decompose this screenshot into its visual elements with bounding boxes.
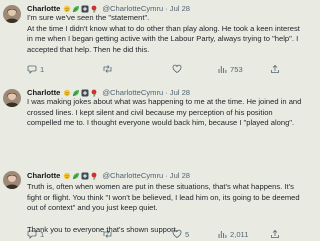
tweet-thread: Charlotte @CharlotteCymru · Jul 28 I'm s… — [0, 0, 310, 240]
tweet-actions: 1 753 — [27, 62, 287, 76]
tweet-text-line: Truth is, often when women are put in th… — [27, 182, 300, 213]
author-name[interactable]: Charlotte — [27, 170, 60, 182]
like-button[interactable] — [172, 62, 185, 76]
tweet-header: Charlotte @CharlotteCymru · Jul 28 — [27, 170, 190, 182]
tweet-text-line: At the time I didn't know what to do oth… — [27, 23, 300, 54]
reply-icon — [27, 65, 37, 74]
tweet-text: Truth is, often when women are put in th… — [27, 182, 307, 235]
profile-badges — [63, 89, 99, 97]
sun-emoji-icon — [63, 5, 71, 13]
red-rose-emoji-icon — [90, 5, 98, 13]
tweet-text-line: I'm sure we've seen the "statement". — [27, 13, 150, 22]
sun-emoji-icon — [63, 89, 71, 97]
plus-badge-icon — [81, 5, 89, 13]
sun-emoji-icon — [63, 172, 71, 180]
plus-badge-icon — [81, 172, 89, 180]
red-rose-emoji-icon — [90, 172, 98, 180]
tweet-text: I'm sure we've seen the "statement". At … — [27, 13, 307, 55]
separator-dot: · — [165, 171, 168, 180]
author-handle[interactable]: @CharlotteCymru — [102, 170, 163, 182]
red-rose-emoji-icon — [90, 89, 98, 97]
view-count: 753 — [230, 64, 243, 74]
tweet-date[interactable]: Jul 28 — [170, 170, 190, 182]
views-button[interactable]: 753 — [217, 62, 243, 76]
tweet-text-line: Thank you to everyone that's shown suppo… — [27, 224, 178, 234]
analytics-icon — [218, 66, 227, 73]
retweet-button[interactable] — [102, 62, 116, 76]
heart-icon — [172, 64, 182, 73]
avatar[interactable] — [3, 5, 21, 23]
tweet-text-line: I was making jokes about what was happen… — [27, 97, 302, 128]
profile-badges — [63, 172, 99, 180]
share-icon — [271, 64, 279, 73]
profile-badges — [63, 5, 99, 13]
tweet-text: I was making jokes about what was happen… — [27, 97, 307, 129]
share-button[interactable] — [270, 62, 280, 76]
leaf-emoji-icon — [72, 5, 80, 13]
reply-button[interactable]: 1 — [27, 62, 44, 76]
retweet-icon — [103, 65, 112, 73]
plus-badge-icon — [81, 89, 89, 97]
avatar[interactable] — [3, 171, 21, 189]
avatar[interactable] — [3, 89, 21, 107]
leaf-emoji-icon — [72, 89, 80, 97]
reply-count: 1 — [40, 64, 45, 74]
leaf-emoji-icon — [72, 172, 80, 180]
